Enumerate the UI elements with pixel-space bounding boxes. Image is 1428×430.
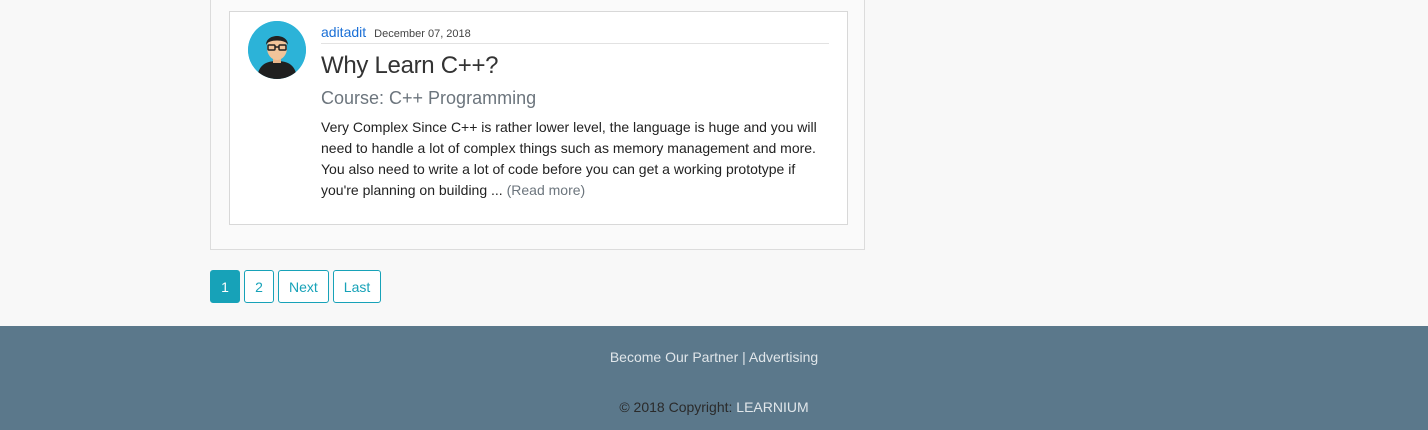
footer-separator: |	[742, 349, 746, 365]
copyright: © 2018 Copyright: LEARNIUM	[0, 399, 1428, 415]
pagination: 1 2 Next Last	[210, 270, 382, 303]
footer: Become Our Partner | Advertising © 2018 …	[0, 326, 1428, 430]
copyright-text: © 2018 Copyright:	[619, 399, 733, 415]
post-meta: aditadit December 07, 2018	[321, 24, 829, 44]
page-1-button[interactable]: 1	[210, 270, 240, 303]
next-page-button[interactable]: Next	[278, 270, 329, 303]
advertising-link[interactable]: Advertising	[749, 349, 818, 365]
course-name: Course: C++ Programming	[321, 88, 537, 108]
read-more-link[interactable]: (Read more)	[507, 182, 586, 198]
post-date: December 07, 2018	[374, 28, 471, 40]
footer-links: Become Our Partner | Advertising	[0, 349, 1428, 365]
page-2-button[interactable]: 2	[244, 270, 274, 303]
brand-link[interactable]: LEARNIUM	[736, 399, 808, 415]
post-title: Why Learn C++?	[321, 52, 499, 79]
become-partner-link[interactable]: Become Our Partner	[610, 349, 738, 365]
post-excerpt: Very Complex Since C++ is rather lower l…	[321, 117, 831, 201]
user-avatar-icon	[248, 21, 306, 79]
last-page-button[interactable]: Last	[332, 270, 382, 303]
author-link[interactable]: aditadit	[321, 24, 366, 40]
